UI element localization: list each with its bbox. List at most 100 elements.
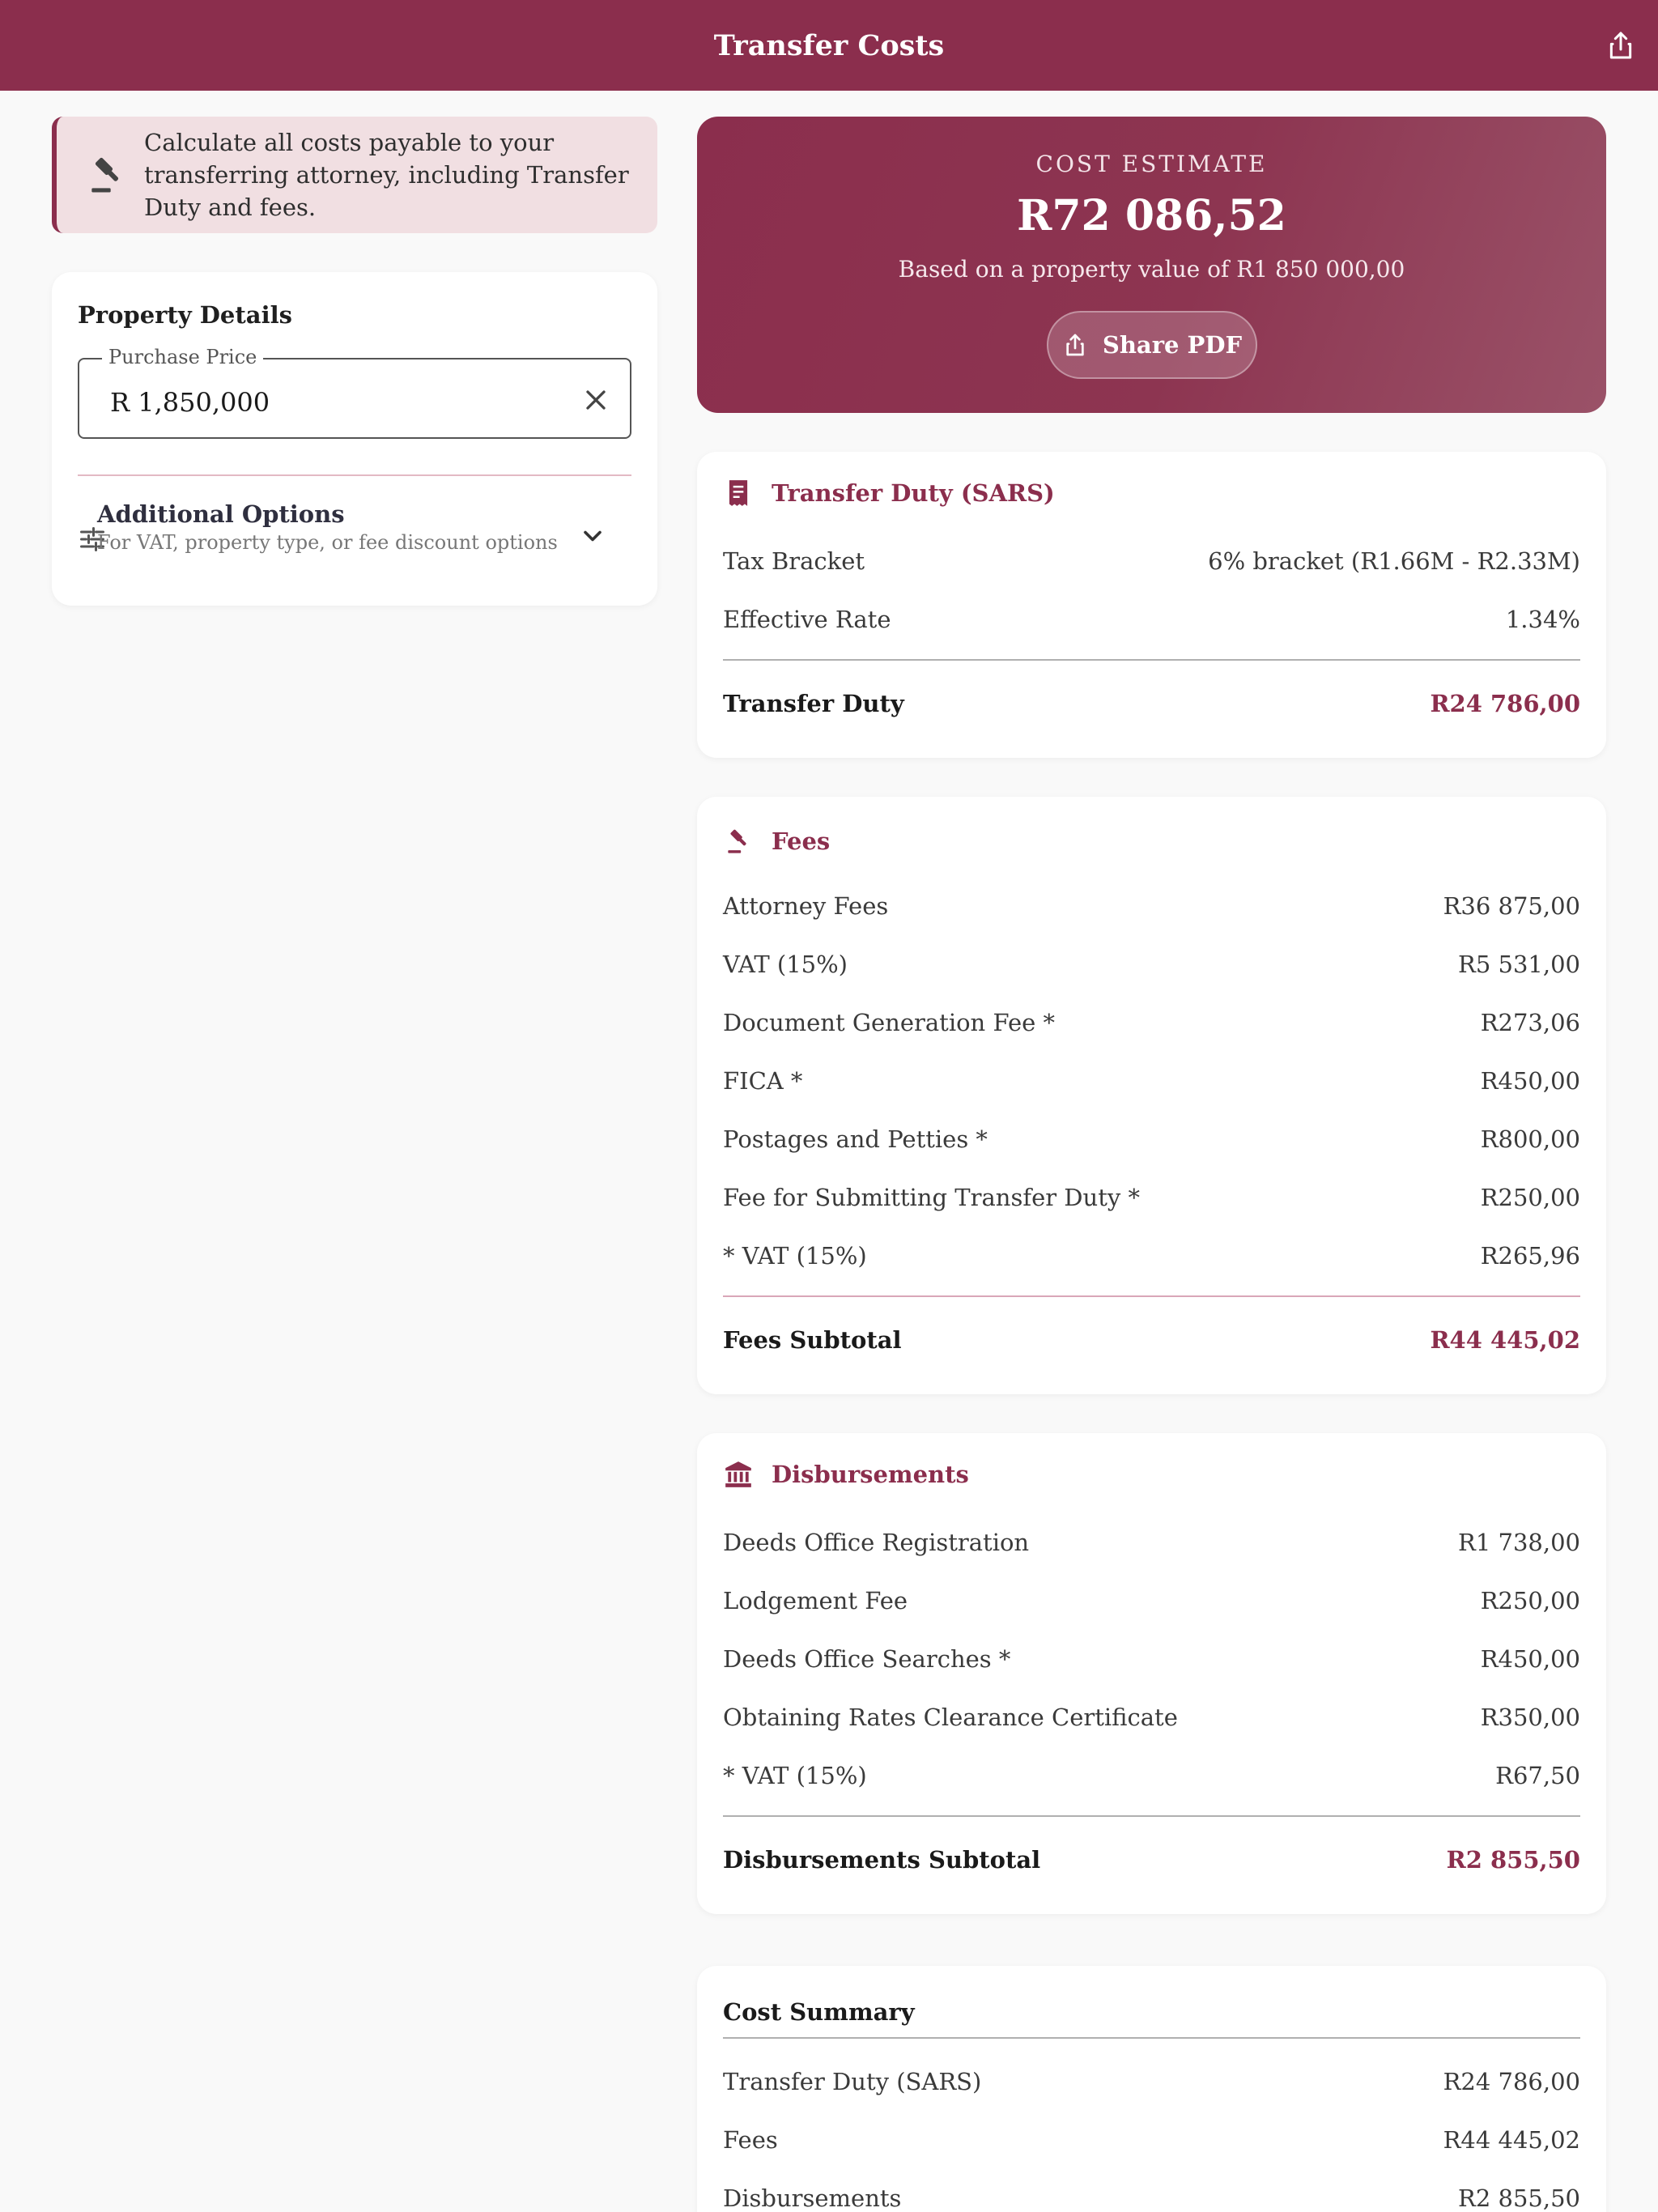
disbursements-title: Disbursements bbox=[772, 1461, 969, 1488]
row-label: Tax Bracket bbox=[723, 547, 865, 575]
row-label: VAT (15%) bbox=[723, 951, 848, 978]
divider bbox=[78, 474, 631, 476]
purchase-price-label: Purchase Price bbox=[102, 347, 264, 368]
estimate-basis: Based on a property value of R1 850 000,… bbox=[898, 256, 1405, 283]
row-label: Fee for Submitting Transfer Duty * bbox=[723, 1184, 1140, 1211]
share-icon[interactable] bbox=[1600, 24, 1642, 66]
cost-summary-card: Cost Summary Transfer Duty (SARS) R24 786… bbox=[697, 1966, 1606, 2212]
additional-options-subtitle: For VAT, property type, or fee discount … bbox=[97, 531, 558, 554]
info-text: Calculate all costs payable to your tran… bbox=[144, 129, 629, 221]
property-details-card: Property Details R 1,850,000 Purchase Pr… bbox=[52, 272, 657, 606]
row-label: Deeds Office Searches * bbox=[723, 1645, 1011, 1673]
fees-title: Fees bbox=[772, 827, 831, 855]
gavel-icon bbox=[91, 157, 119, 193]
row-label: Document Generation Fee * bbox=[723, 1009, 1056, 1036]
clear-icon[interactable] bbox=[580, 384, 612, 416]
row-value: R5 531,00 bbox=[1458, 951, 1580, 978]
total-value: R44 445,02 bbox=[1430, 1326, 1580, 1354]
disbursement-row: Deeds Office Searches * R450,00 bbox=[723, 1640, 1580, 1678]
row-value: R67,50 bbox=[1495, 1762, 1580, 1789]
estimate-amount: R72 086,52 bbox=[1017, 191, 1286, 240]
disbursements-card: Disbursements Deeds Office Registration R… bbox=[697, 1433, 1606, 1914]
row-value: R1 738,00 bbox=[1458, 1529, 1580, 1556]
purchase-price-input[interactable]: R 1,850,000 bbox=[110, 387, 270, 418]
disbursement-row: Lodgement Fee R250,00 bbox=[723, 1582, 1580, 1619]
share-pdf-label: Share PDF bbox=[1102, 331, 1243, 359]
property-heading: Property Details bbox=[78, 301, 292, 329]
info-banner: Calculate all costs payable to your tran… bbox=[52, 117, 657, 233]
disbursement-row: * VAT (15%) R67,50 bbox=[723, 1757, 1580, 1794]
divider bbox=[723, 1295, 1580, 1297]
fees-total-row: Fees Subtotal R44 445,02 bbox=[723, 1321, 1580, 1359]
fee-row: Document Generation Fee * R273,06 bbox=[723, 1004, 1580, 1041]
row-value: R350,00 bbox=[1480, 1704, 1580, 1731]
receipt-icon bbox=[729, 480, 748, 506]
disbursements-header: Disbursements bbox=[723, 1459, 969, 1490]
row-label: Attorney Fees bbox=[723, 892, 889, 920]
transfer-duty-title: Transfer Duty (SARS) bbox=[772, 479, 1055, 507]
disbursement-row: Deeds Office Registration R1 738,00 bbox=[723, 1524, 1580, 1561]
row-value: R450,00 bbox=[1480, 1067, 1580, 1095]
disbursements-total-row: Disbursements Subtotal R2 855,50 bbox=[723, 1841, 1580, 1878]
row-label: Fees bbox=[723, 2126, 778, 2154]
summary-heading-row: Cost Summary bbox=[723, 1993, 1580, 2031]
row-value: R2 855,50 bbox=[1458, 2184, 1580, 2212]
row-label: Effective Rate bbox=[723, 606, 891, 633]
row-value: 6% bracket (R1.66M - R2.33M) bbox=[1208, 547, 1580, 575]
row-label: * VAT (15%) bbox=[723, 1762, 867, 1789]
summary-row: Fees R44 445,02 bbox=[723, 2121, 1580, 2159]
fee-row: VAT (15%) R5 531,00 bbox=[723, 946, 1580, 983]
fee-row: Attorney Fees R36 875,00 bbox=[723, 887, 1580, 925]
row-label: Deeds Office Registration bbox=[723, 1529, 1030, 1556]
total-label: Disbursements Subtotal bbox=[723, 1846, 1041, 1874]
divider bbox=[723, 659, 1580, 661]
row-label: FICA * bbox=[723, 1067, 803, 1095]
total-label: Fees Subtotal bbox=[723, 1326, 902, 1354]
page-title: Transfer Costs bbox=[713, 28, 945, 62]
duty-row: Tax Bracket 6% bracket (R1.66M - R2.33M) bbox=[723, 542, 1580, 580]
summary-row: Disbursements R2 855,50 bbox=[723, 2180, 1580, 2212]
row-value: R250,00 bbox=[1480, 1184, 1580, 1211]
summary-title: Cost Summary bbox=[723, 1998, 915, 2026]
divider bbox=[723, 1815, 1580, 1817]
row-label: Transfer Duty (SARS) bbox=[723, 2068, 982, 2095]
chevron-down-icon bbox=[584, 530, 602, 542]
row-value: 1.34% bbox=[1505, 606, 1580, 633]
total-value: R2 855,50 bbox=[1446, 1846, 1580, 1874]
purchase-price-field[interactable]: R 1,850,000 bbox=[78, 358, 631, 439]
divider bbox=[723, 2037, 1580, 2039]
row-value: R36 875,00 bbox=[1443, 892, 1580, 920]
summary-row: Transfer Duty (SARS) R24 786,00 bbox=[723, 2063, 1580, 2100]
gavel-icon bbox=[728, 829, 746, 853]
share-pdf-button[interactable]: Share PDF bbox=[1047, 311, 1257, 379]
duty-total-row: Transfer Duty R24 786,00 bbox=[723, 685, 1580, 722]
duty-row: Effective Rate 1.34% bbox=[723, 601, 1580, 638]
app-bar: Transfer Costs bbox=[0, 0, 1658, 91]
row-value: R450,00 bbox=[1480, 1645, 1580, 1673]
row-label: Lodgement Fee bbox=[723, 1587, 908, 1614]
row-label: * VAT (15%) bbox=[723, 1242, 867, 1270]
row-label: Postages and Petties * bbox=[723, 1125, 988, 1153]
estimate-kicker: COST ESTIMATE bbox=[1035, 151, 1268, 177]
transfer-duty-card: Transfer Duty (SARS) Tax Bracket 6% brac… bbox=[697, 452, 1606, 758]
row-label: Disbursements bbox=[723, 2184, 902, 2212]
row-value: R24 786,00 bbox=[1443, 2068, 1580, 2095]
total-label: Transfer Duty bbox=[723, 690, 904, 717]
row-value: R250,00 bbox=[1480, 1587, 1580, 1614]
row-value: R273,06 bbox=[1480, 1009, 1580, 1036]
row-label: Obtaining Rates Clearance Certificate bbox=[723, 1704, 1178, 1731]
total-value: R24 786,00 bbox=[1430, 690, 1580, 717]
additional-options-title: Additional Options bbox=[97, 500, 345, 528]
fees-card: Fees Attorney Fees R36 875,00 VAT (15%) R5… bbox=[697, 797, 1606, 1394]
row-value: R265,96 bbox=[1480, 1242, 1580, 1270]
fee-row: Fee for Submitting Transfer Duty * R250,0… bbox=[723, 1179, 1580, 1216]
row-value: R44 445,02 bbox=[1443, 2126, 1580, 2154]
disbursement-row: Obtaining Rates Clearance Certificate R35… bbox=[723, 1699, 1580, 1736]
bank-icon bbox=[725, 1461, 751, 1487]
fee-row: FICA * R450,00 bbox=[723, 1062, 1580, 1100]
fee-row: * VAT (15%) R265,96 bbox=[723, 1237, 1580, 1274]
fee-row: Postages and Petties * R800,00 bbox=[723, 1121, 1580, 1158]
cost-estimate-card: COST ESTIMATE R72 086,52 Based on a prop… bbox=[697, 117, 1606, 413]
share-icon bbox=[1066, 334, 1084, 356]
fees-header: Fees bbox=[723, 826, 830, 857]
